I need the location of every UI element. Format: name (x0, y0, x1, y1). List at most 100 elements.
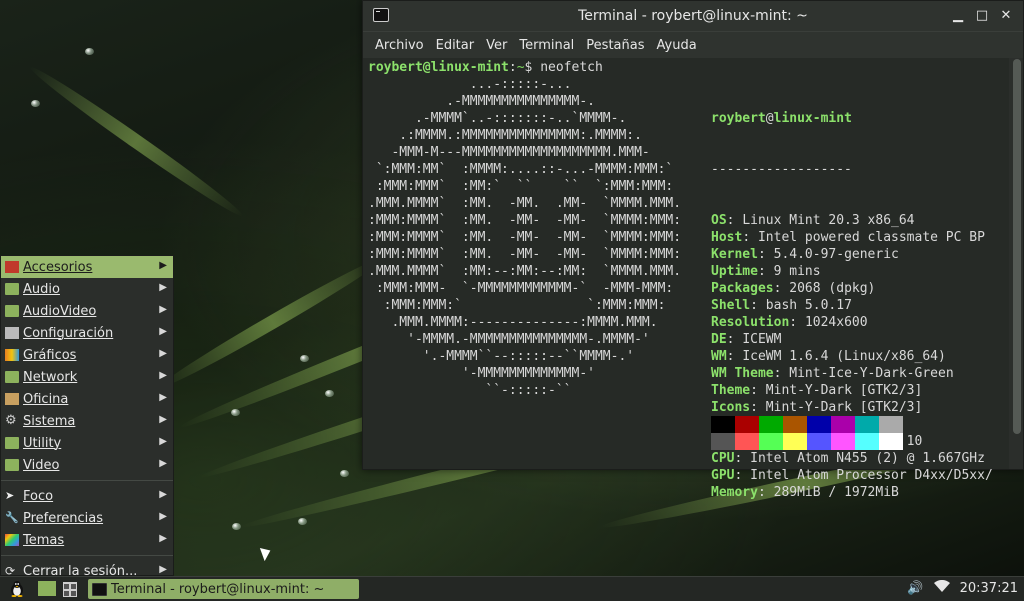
chevron-right-icon: ▶ (159, 304, 167, 315)
volume-icon[interactable]: 🔊 (907, 581, 923, 596)
taskbar: Terminal - roybert@linux-mint: ~ 🔊 20:37… (0, 576, 1024, 601)
start-menu: Accesorios ▶ Audio ▶ AudioVideo ▶ Configuració… (0, 255, 174, 579)
info-row: Uptime: 9 mins (711, 264, 821, 279)
shell-prompt: roybert@linux-mint:~$ neofetch (368, 60, 603, 75)
terminal-icon (373, 8, 389, 22)
menu-terminal[interactable]: Terminal (513, 38, 580, 53)
color-swatch (759, 433, 783, 450)
info-row: WM Theme: Mint-Ice-Y-Dark-Green (711, 366, 954, 381)
info-row: Theme: Mint-Y-Dark [GTK2/3] (711, 383, 923, 398)
menu-item-utility[interactable]: Utility ▶ (1, 432, 173, 454)
info-row: CPU: Intel Atom N455 (2) @ 1.667GHz (711, 451, 985, 466)
folder-icon (5, 459, 19, 471)
color-swatch (807, 416, 831, 433)
tux-icon (11, 581, 23, 597)
folder-icon (5, 283, 19, 295)
info-row: Resolution: 1024x600 (711, 315, 868, 330)
chevron-right-icon: ▶ (159, 370, 167, 381)
pointer-icon: ➤ (5, 489, 15, 502)
chevron-right-icon: ▶ (159, 489, 167, 500)
terminal-icon (92, 582, 107, 596)
menu-editar[interactable]: Editar (430, 38, 481, 53)
menu-item-sistema[interactable]: ⚙ Sistema ▶ (1, 410, 173, 432)
chevron-right-icon: ▶ (159, 533, 167, 544)
info-row: Packages: 2068 (dpkg) (711, 281, 876, 296)
menu-item-audio[interactable]: Audio ▶ (1, 278, 173, 300)
color-swatch (855, 416, 879, 433)
menu-item-video[interactable]: Video ▶ (1, 454, 173, 476)
color-swatch (783, 416, 807, 433)
chevron-right-icon: ▶ (159, 348, 167, 359)
office-icon (5, 393, 19, 405)
maximize-button[interactable]: □ (973, 7, 991, 25)
settings-icon (5, 327, 19, 339)
menu-item-oficina[interactable]: Oficina ▶ (1, 388, 173, 410)
system-tray: 🔊 20:37:21 (907, 579, 1018, 596)
logo-line: `:MMM:MM` :MMMM:....::-...-MMMM:MMM:` (368, 162, 674, 177)
wifi-icon[interactable] (933, 579, 950, 596)
chevron-right-icon: ▶ (159, 458, 167, 469)
mouse-pointer-icon (259, 544, 274, 562)
accessories-icon (5, 261, 19, 273)
menu-item-foco[interactable]: ➤ Foco ▶ (1, 485, 173, 507)
logo-line: .MMM.MMMM` :MM:--:MM:--:MM: `MMMM.MMM. (368, 264, 682, 279)
logo-line: :MMM:MMMM` :MM. -MM- -MM- `MMMM:MMM: (368, 247, 682, 262)
show-desktop-icon[interactable] (63, 582, 77, 597)
logo-line: :MMM:MMM:` `:MMM:MMM: (368, 298, 666, 313)
logo-line: .-MMMM`..-:::::::-..`MMMM-. (368, 111, 627, 126)
chevron-right-icon: ▶ (159, 414, 167, 425)
menu-ver[interactable]: Ver (480, 38, 513, 53)
terminal-scrollbar[interactable] (1013, 59, 1021, 434)
menu-item-network[interactable]: Network ▶ (1, 366, 173, 388)
terminal-output[interactable]: roybert@linux-mint:~$ neofetch ...-:::::… (363, 58, 1009, 500)
logo-line: :MMM:MMMM` :MM. -MM- -MM- `MMMM:MMM: (368, 230, 682, 245)
info-row: Shell: bash 5.0.17 (711, 298, 852, 313)
color-swatch (759, 416, 783, 433)
color-swatch (783, 433, 807, 450)
logo-line: :MMM:MMM- `-MMMMMMMMMMMM-` -MMM-MMM: (368, 281, 674, 296)
chevron-right-icon: ▶ (159, 564, 167, 575)
logo-line: :MMM:MMM` :MM:` `` `` `:MMM:MMM: (368, 179, 674, 194)
menu-item-temas[interactable]: Temas ▶ (1, 529, 173, 551)
color-swatch (807, 433, 831, 450)
color-swatch (711, 433, 735, 450)
menu-separator (1, 555, 173, 556)
terminal-titlebar[interactable]: Terminal - roybert@linux-mint: ~ ▁ □ ✕ (363, 1, 1023, 32)
command-text: neofetch (540, 60, 603, 75)
info-row: GPU: Intel Atom Processor D4xx/D5xx/ (711, 468, 993, 483)
menu-item-preferencias[interactable]: 🔧 Preferencias ▶ (1, 507, 173, 529)
menu-pestanas[interactable]: Pestañas (580, 38, 650, 53)
color-swatch (735, 416, 759, 433)
file-manager-icon[interactable] (38, 581, 56, 596)
chevron-right-icon: ▶ (159, 436, 167, 447)
menu-ayuda[interactable]: Ayuda (651, 38, 703, 53)
logo-line: '-MMMM.-MMMMMMMMMMMMMMM-.MMMM-' (368, 332, 650, 347)
logo-line: '.-MMMM``--:::::--``MMMM-.' (368, 349, 635, 364)
gear-icon: ⚙ (5, 413, 17, 428)
color-swatch (831, 416, 855, 433)
folder-icon (5, 437, 19, 449)
color-swatch (879, 433, 903, 450)
taskbar-terminal-button[interactable]: Terminal - roybert@linux-mint: ~ (88, 579, 359, 599)
chevron-right-icon: ▶ (159, 326, 167, 337)
theme-icon (5, 534, 19, 546)
logo-line: .-MMMMMMMMMMMMMMM-. (368, 94, 595, 109)
menu-item-audiovideo[interactable]: AudioVideo ▶ (1, 300, 173, 322)
start-button[interactable] (9, 580, 25, 597)
chevron-right-icon: ▶ (159, 282, 167, 293)
color-swatch (711, 416, 735, 433)
clock[interactable]: 20:37:21 (960, 581, 1018, 596)
terminal-window[interactable]: Terminal - roybert@linux-mint: ~ ▁ □ ✕ A… (362, 0, 1024, 500)
menu-item-accesorios[interactable]: Accesorios ▶ (1, 256, 173, 278)
menu-item-gr-ficos[interactable]: Gráficos ▶ (1, 344, 173, 366)
chevron-right-icon: ▶ (159, 511, 167, 522)
menu-archivo[interactable]: Archivo (369, 38, 430, 53)
info-row: OS: Linux Mint 20.3 x86_64 (711, 213, 915, 228)
logo-line: '-MMMMMMMMMMMMM-' (368, 366, 595, 381)
logo-line: :MMM:MMMM` :MM. -MM- -MM- `MMMM:MMM: (368, 213, 682, 228)
menu-item-configuraci-n[interactable]: Configuración ▶ (1, 322, 173, 344)
folder-icon (5, 371, 19, 383)
minimize-button[interactable]: ▁ (949, 7, 967, 25)
close-button[interactable]: ✕ (997, 7, 1015, 25)
info-row: Host: Intel powered classmate PC BP (711, 230, 985, 245)
